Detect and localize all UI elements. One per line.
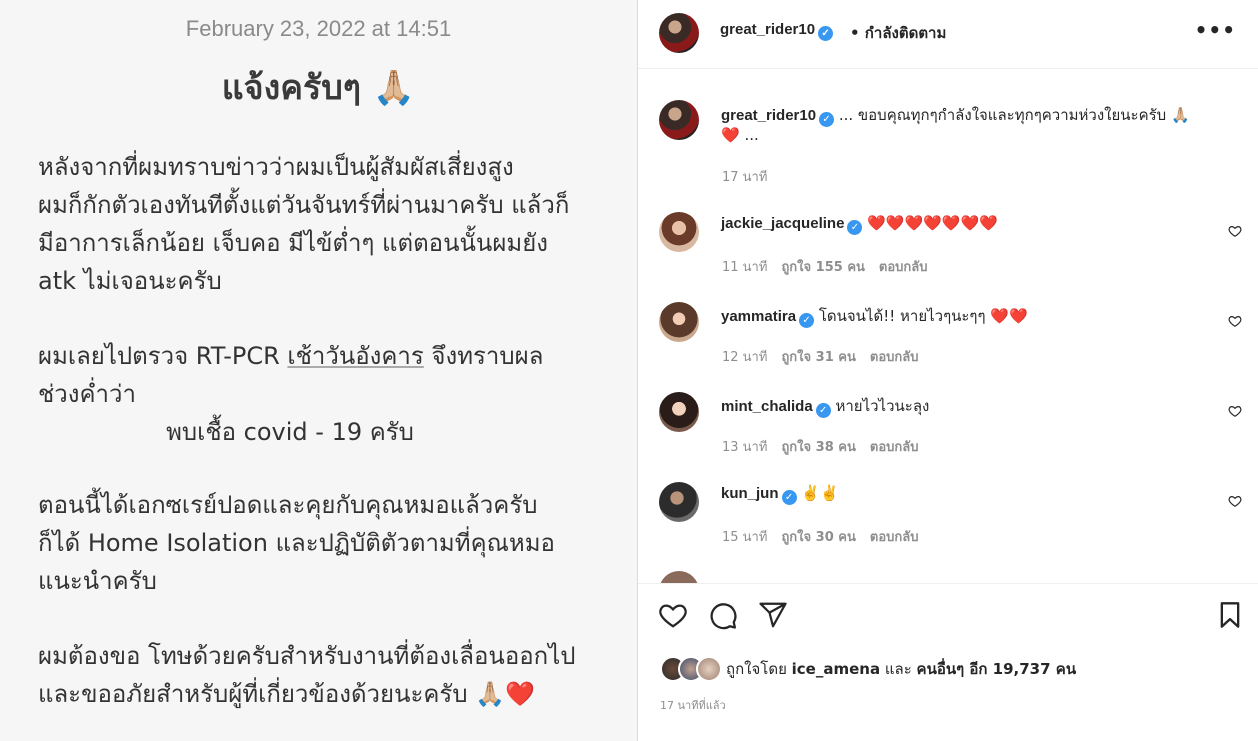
avatar[interactable]: [659, 100, 699, 140]
save-bookmark-icon[interactable]: [1216, 600, 1244, 630]
verified-badge-icon: ✓: [818, 26, 834, 41]
caption-text-2: ❤️ ...: [721, 126, 759, 144]
following-button[interactable]: • กำลังติดตาม: [850, 21, 946, 45]
caption-text: ... ขอบคุณทุกๆกำลังใจและทุกๆความห่วงใยนะ…: [838, 106, 1190, 124]
likes-prefix: ถูกใจโดย: [726, 660, 792, 678]
note-line: มีอาการเล็กน้อย เจ็บคอ มีไข้ต่ำๆ แต่ตอนน…: [38, 229, 548, 257]
username-text[interactable]: great_rider10: [720, 21, 815, 38]
comments-list[interactable]: great_rider10 ✓ ... ขอบคุณทุกๆกำลังใจและท…: [638, 69, 1258, 583]
note-line: ก็ได้ Home Isolation และปฏิบัติตัวตามที่…: [38, 529, 555, 557]
likes-mid: และ: [880, 660, 917, 678]
comment-time: 12 นาที: [722, 350, 768, 365]
post-timestamp[interactable]: 17 นาทีที่แล้ว: [660, 696, 726, 714]
note-paragraph-1: หลังจากที่ผมทราบข่าวว่าผมเป็นผู้สัมผัสเส…: [38, 148, 618, 300]
comment-username[interactable]: yammatira: [721, 308, 796, 325]
avatar[interactable]: [659, 392, 699, 432]
comment-likes[interactable]: ถูกใจ 31 คน: [781, 350, 855, 365]
caption-username[interactable]: great_rider10: [721, 107, 816, 124]
comment-line: mint_chalida ✓ หายไวไวนะลุง: [721, 394, 929, 418]
note-paragraph-3: ตอนนี้ได้เอกซเรย์ปอดและคุยกับคุณหมอแล้วค…: [38, 486, 618, 600]
comment-likes[interactable]: ถูกใจ 30 คน: [781, 530, 855, 545]
comment-time: 13 นาที: [722, 440, 768, 455]
reply-button[interactable]: ตอบกลับ: [870, 440, 919, 455]
note-line: หลังจากที่ผมทราบข่าวว่าผมเป็นผู้สัมผัสเส…: [38, 153, 514, 181]
verified-badge-icon: ✓: [781, 490, 797, 505]
comment-meta: 11 นาที ถูกใจ 155 คน ตอบกลับ: [722, 256, 942, 277]
note-line: ผมต้องขอ โทษด้วยครับสำหรับงานที่ต้องเลื่…: [38, 642, 576, 670]
reply-button[interactable]: ตอบกลับ: [879, 260, 928, 275]
likes-text: ถูกใจโดย ice_amena และ คนอื่นๆ อีก 19,73…: [726, 660, 1076, 678]
verified-badge-icon: ✓: [815, 403, 831, 418]
more-options-icon[interactable]: •••: [1195, 18, 1236, 42]
avatar[interactable]: [659, 13, 699, 53]
avatar[interactable]: [659, 482, 699, 522]
avatar[interactable]: [659, 212, 699, 252]
comment-likes[interactable]: ถูกใจ 155 คน: [781, 260, 864, 275]
comment-meta: 12 นาที ถูกใจ 31 คน ตอบกลับ: [722, 346, 932, 367]
post-sidebar: great_rider10 ✓ • กำลังติดตาม ••• great_r…: [637, 0, 1258, 741]
comment-username[interactable]: mint_chalida: [721, 398, 813, 415]
note-paragraph-4: ผมต้องขอ โทษด้วยครับสำหรับงานที่ต้องเลื่…: [38, 637, 618, 713]
note-title: แจ้งครับๆ 🙏🏼: [221, 68, 416, 108]
comment-meta: 15 นาที ถูกใจ 30 คน ตอบกลับ: [722, 526, 932, 547]
liker-avatar: [696, 656, 722, 682]
comment-line: kun_jun ✓ ✌️✌️: [721, 484, 839, 505]
comment-text: ✌️✌️: [801, 484, 839, 502]
post-actions: ถูกใจโดย ice_amena และ คนอื่นๆ อีก 19,73…: [638, 583, 1258, 741]
verified-badge-icon: ✓: [847, 220, 863, 235]
note-result-line: พบเชื้อ covid - 19 ครับ: [166, 418, 414, 446]
comment-line: yammatira ✓ โดนจนได้!! หายไวๆนะๆๆ ❤️❤️: [721, 304, 1028, 328]
comment-meta: 13 นาที ถูกใจ 38 คน ตอบกลับ: [722, 436, 932, 457]
like-comment-heart-icon[interactable]: [1228, 494, 1242, 508]
avatar[interactable]: [659, 302, 699, 342]
note-text: จึงทราบผล: [423, 342, 544, 370]
like-comment-heart-icon[interactable]: [1228, 404, 1242, 418]
note-line: ผมเลยไปตรวจ RT-PCR เช้าวันอังคาร จึงทราบ…: [38, 337, 618, 375]
like-comment-heart-icon[interactable]: [1228, 224, 1242, 238]
note-line: ตอนนี้ได้เอกซเรย์ปอดและคุยกับคุณหมอแล้วค…: [38, 491, 538, 519]
note-line: และขออภัยสำหรับผู้ที่เกี่ยวข้องด้วยนะครั…: [38, 680, 535, 708]
comment-time: 15 นาที: [722, 530, 768, 545]
comment-username[interactable]: jackie_jacqueline: [721, 215, 844, 232]
note-line: แนะนำครับ: [38, 567, 157, 595]
avatar[interactable]: [659, 571, 699, 583]
note-line: ช่วงค่ำว่า: [38, 380, 136, 408]
comment-likes[interactable]: ถูกใจ 38 คน: [781, 440, 855, 455]
caption-line: great_rider10 ✓ ... ขอบคุณทุกๆกำลังใจและท…: [721, 103, 1190, 127]
note-text: ผมเลยไปตรวจ RT-PCR: [38, 342, 288, 370]
post-header: great_rider10 ✓ • กำลังติดตาม •••: [638, 0, 1258, 69]
comment-text: หายไวไวนะลุง: [835, 397, 930, 415]
share-send-icon[interactable]: [758, 600, 788, 630]
note-line: atk ไม่เจอนะครับ: [38, 267, 222, 295]
comment-time: 11 นาที: [722, 260, 768, 275]
reply-button[interactable]: ตอบกลับ: [870, 350, 919, 365]
caption-time: 17 นาที: [722, 170, 768, 185]
like-comment-heart-icon[interactable]: [1228, 314, 1242, 328]
post-image: February 23, 2022 at 14:51 แจ้งครับๆ 🙏🏼 …: [0, 0, 637, 741]
note-underlined-text: เช้าวันอังคาร: [287, 342, 424, 370]
header-username[interactable]: great_rider10 ✓: [720, 21, 834, 41]
note-line: ผมก็กักตัวเองทันทีตั้งแต่วันจันทร์ที่ผ่า…: [38, 191, 570, 219]
comment-text: โดนจนได้!! หายไวๆนะๆๆ ❤️❤️: [818, 307, 1028, 325]
note-date: February 23, 2022 at 14:51: [185, 16, 452, 41]
like-heart-icon[interactable]: [658, 600, 688, 630]
comment-bubble-icon[interactable]: [708, 600, 738, 630]
reply-button[interactable]: ตอบกลับ: [870, 530, 919, 545]
comment-text: ❤️❤️❤️❤️❤️❤️❤️: [867, 214, 998, 232]
comment-line: jackie_jacqueline ✓ ❤️❤️❤️❤️❤️❤️❤️: [721, 214, 998, 235]
verified-badge-icon: ✓: [799, 313, 815, 328]
note-paragraph-2: ผมเลยไปตรวจ RT-PCR เช้าวันอังคาร จึงทราบ…: [38, 337, 618, 451]
comment-username[interactable]: kun_jun: [721, 485, 779, 502]
likes-summary[interactable]: ถูกใจโดย ice_amena และ คนอื่นๆ อีก 19,73…: [660, 656, 1076, 682]
verified-badge-icon: ✓: [819, 112, 835, 127]
likes-others[interactable]: คนอื่นๆ อีก 19,737 คน: [917, 660, 1077, 678]
liker-username[interactable]: ice_amena: [792, 660, 880, 678]
